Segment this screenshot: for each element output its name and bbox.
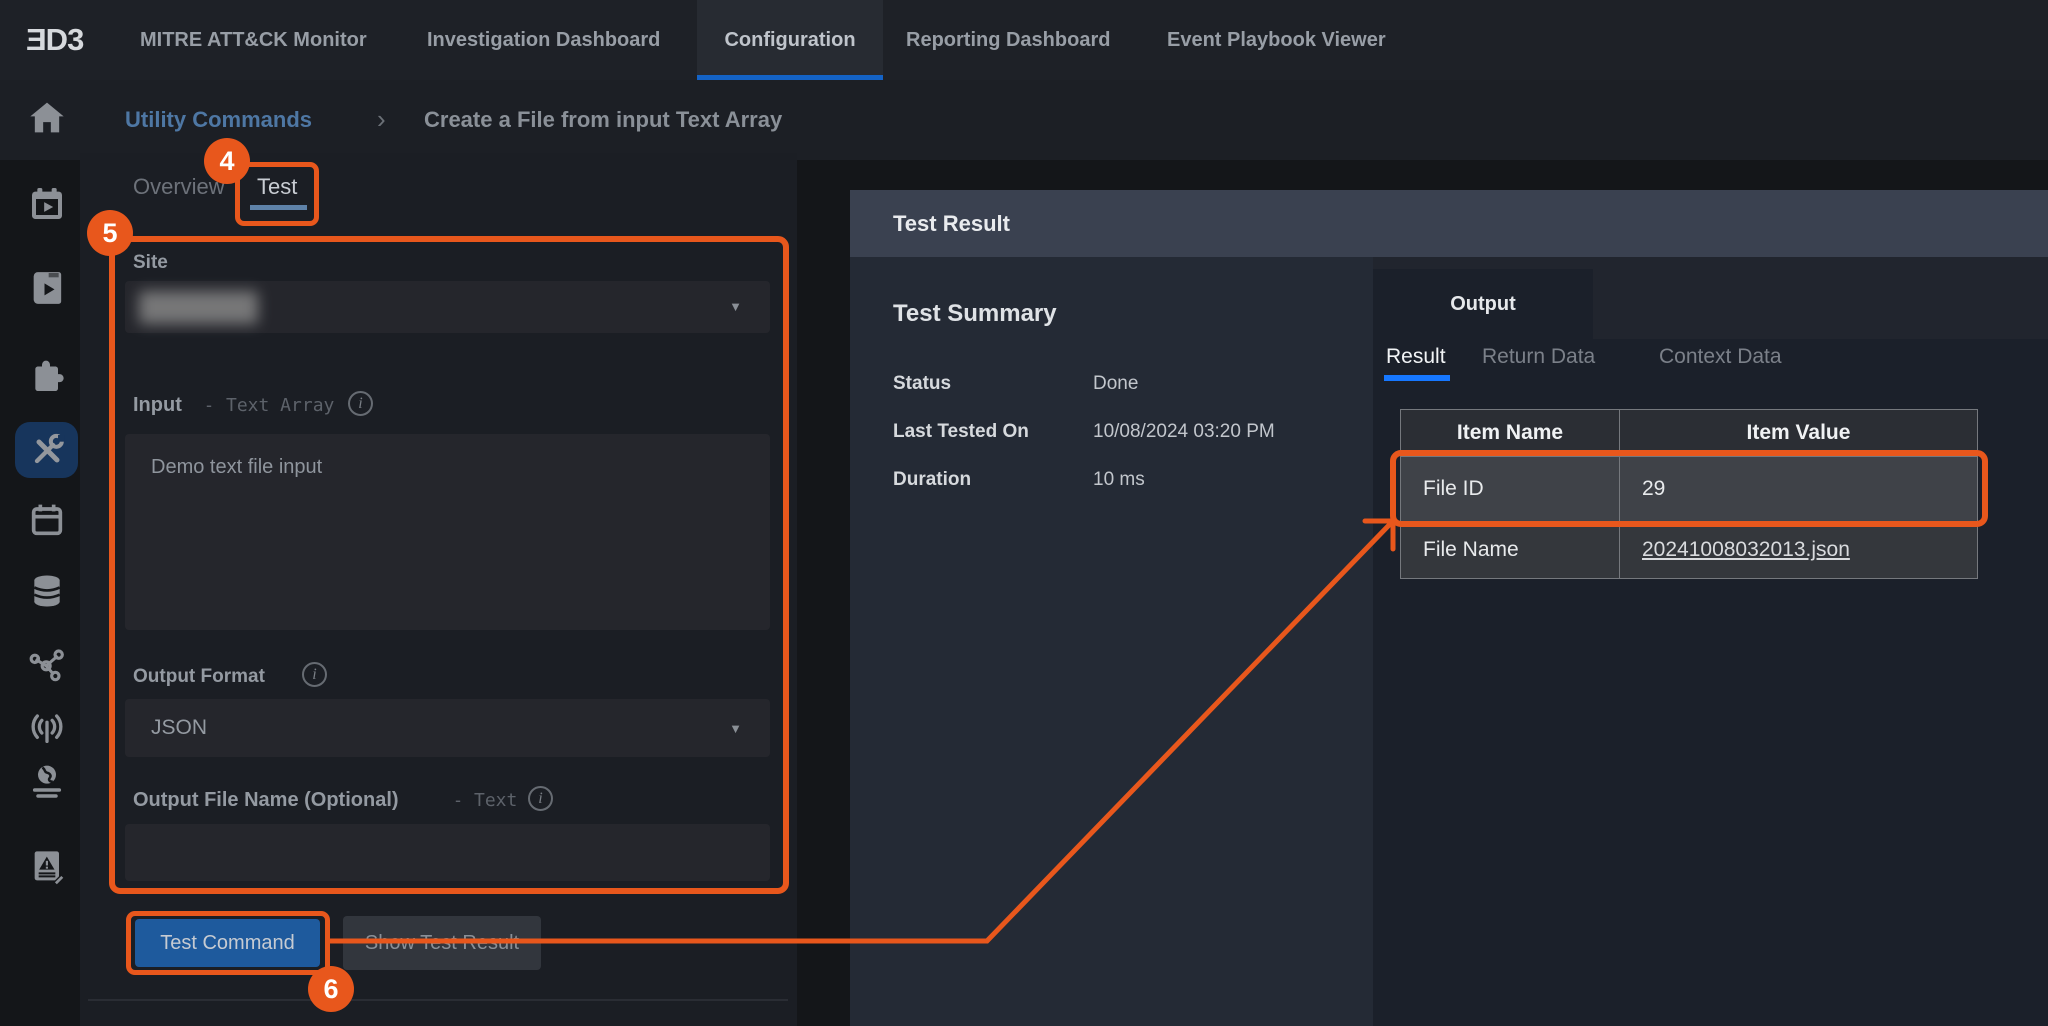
sidebar-incident-report-icon[interactable] — [23, 842, 71, 890]
nav-tab-mitre-attack-monitor[interactable]: MITRE ATT&CK Monitor — [140, 0, 367, 80]
file-name-name-cell: File Name — [1401, 522, 1620, 578]
table-header-row: Item Name Item Value — [1401, 410, 1977, 456]
tab-overview[interactable]: Overview — [133, 174, 225, 200]
input-type-hint: Text Array — [226, 395, 334, 416]
calendar-play-icon — [27, 184, 67, 224]
sidebar-calendar-play-icon[interactable] — [23, 180, 71, 228]
antenna-icon — [27, 708, 67, 748]
tab-context-data[interactable]: Context Data — [1659, 345, 1782, 369]
breadcrumb: Utility Commands › Create a File from in… — [0, 80, 2048, 160]
sidebar-utility-commands-icon[interactable] — [23, 426, 71, 474]
output-format-info-icon[interactable]: i — [302, 662, 327, 687]
file-id-name-cell: File ID — [1401, 457, 1620, 521]
input-textarea[interactable]: Demo text file input — [125, 434, 770, 630]
site-select[interactable]: ▼ — [125, 281, 770, 333]
last-tested-on-label: Last Tested On — [893, 421, 1029, 443]
test-tab-underline — [250, 205, 307, 210]
puzzle-icon — [27, 357, 67, 397]
calendar-icon — [27, 500, 67, 540]
input-info-icon[interactable]: i — [348, 391, 373, 416]
tab-result[interactable]: Result — [1386, 345, 1446, 369]
input-label-separator: - — [206, 395, 212, 416]
tab-return-data[interactable]: Return Data — [1482, 345, 1595, 369]
tab-test[interactable]: Test — [257, 174, 297, 200]
output-format-value: JSON — [151, 716, 207, 740]
input-value: Demo text file input — [151, 456, 322, 479]
output-format-label: Output Format — [133, 666, 265, 688]
breadcrumb-utility-commands[interactable]: Utility Commands — [125, 80, 312, 160]
duration-value: 10 ms — [1093, 469, 1145, 491]
output-file-name-label: Output File Name (Optional) — [133, 789, 399, 812]
file-id-value-cell: 29 — [1620, 457, 1977, 521]
result-table: Item Name Item Value File ID 29 File Nam… — [1400, 409, 1978, 579]
d3-logo[interactable]: ƎD3 — [26, 0, 83, 80]
tab-output[interactable]: Output — [1373, 269, 1593, 339]
nav-tab-reporting-dashboard[interactable]: Reporting Dashboard — [906, 0, 1110, 80]
file-download-link[interactable]: 20241008032013.json — [1642, 538, 1850, 562]
output-format-select[interactable]: JSON ▼ — [125, 699, 770, 757]
test-result-title: Test Result — [893, 190, 1010, 257]
output-file-name-input[interactable] — [125, 824, 770, 881]
result-tab-underline — [1384, 375, 1450, 381]
table-row-file-id[interactable]: File ID 29 — [1401, 456, 1977, 521]
test-result-header — [850, 190, 2048, 257]
sidebar-data-icon[interactable] — [23, 567, 71, 615]
database-icon — [27, 571, 67, 611]
duration-label: Duration — [893, 469, 971, 491]
nav-tab-configuration[interactable]: Configuration — [697, 0, 883, 80]
sidebar-home-icon[interactable] — [23, 94, 71, 142]
header-item-value: Item Value — [1620, 410, 1977, 456]
sidebar-connections-icon[interactable] — [23, 641, 71, 689]
sidebar-schedule-icon[interactable] — [23, 496, 71, 544]
page-title: Create a File from input Text Array — [424, 80, 782, 160]
tools-icon — [27, 430, 67, 470]
globe-icon — [27, 762, 67, 802]
sidebar-integrations-icon[interactable] — [23, 353, 71, 401]
sidebar-broadcast-icon[interactable] — [23, 704, 71, 752]
table-row-file-name[interactable]: File Name 20241008032013.json — [1401, 521, 1977, 578]
document-warning-icon — [27, 846, 67, 886]
output-file-separator: - — [455, 790, 461, 811]
status-value: Done — [1093, 373, 1138, 395]
show-test-result-button[interactable]: Show Test Result — [343, 916, 541, 970]
site-label: Site — [133, 252, 168, 274]
test-command-button[interactable]: Test Command — [135, 919, 320, 967]
chevron-down-icon: ▼ — [729, 721, 742, 736]
input-label: Input — [133, 394, 182, 417]
app-window: ƎD3 MITRE ATT&CK Monitor Investigation D… — [0, 0, 2048, 1026]
nav-tab-event-playbook-viewer[interactable]: Event Playbook Viewer — [1167, 0, 1386, 80]
status-label: Status — [893, 373, 951, 395]
output-file-info-icon[interactable]: i — [528, 786, 553, 811]
nav-tab-investigation-dashboard[interactable]: Investigation Dashboard — [427, 0, 660, 80]
site-value-redacted — [139, 291, 258, 324]
book-play-icon — [27, 268, 67, 308]
header-item-name: Item Name — [1401, 410, 1620, 456]
network-icon — [27, 645, 67, 685]
breadcrumb-chevron-icon: › — [377, 80, 386, 160]
top-navbar: ƎD3 MITRE ATT&CK Monitor Investigation D… — [0, 0, 2048, 80]
sidebar-playbook-icon[interactable] — [23, 264, 71, 312]
test-summary-title: Test Summary — [893, 300, 1057, 328]
home-icon — [27, 98, 67, 138]
sidebar-geo-sites-icon[interactable] — [23, 758, 71, 806]
last-tested-on-value: 10/08/2024 03:20 PM — [1093, 421, 1275, 443]
panel-divider — [88, 999, 788, 1001]
chevron-down-icon: ▼ — [729, 299, 742, 314]
output-file-type-hint: Text — [474, 790, 517, 811]
